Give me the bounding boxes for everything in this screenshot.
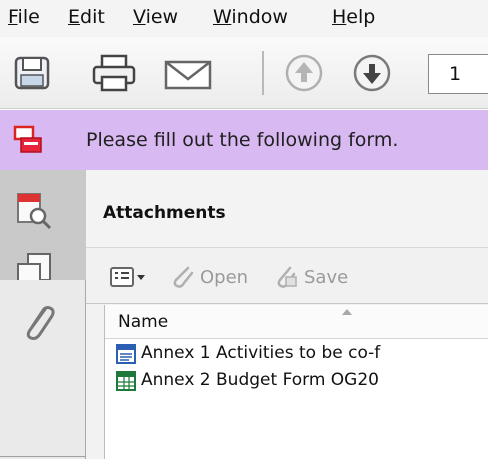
save-icon <box>14 56 50 90</box>
name-column-header[interactable]: Name <box>105 305 488 339</box>
list-item[interactable]: Annex 2 Budget Form OG20 <box>105 367 488 395</box>
options-menu-button[interactable] <box>110 266 150 294</box>
attachments-list: Name Annex 1 Activities to be co-f Annex… <box>104 305 488 459</box>
next-page-icon <box>353 54 391 92</box>
word-document-icon <box>116 344 136 364</box>
next-page-button[interactable] <box>350 53 394 93</box>
navigation-rail <box>0 170 86 459</box>
menu-view[interactable]: View <box>133 6 178 28</box>
menu-file-label: ile <box>17 6 40 28</box>
attachments-toolbar: Open Save <box>86 248 488 304</box>
menu-edit-label: dit <box>80 6 105 28</box>
previous-page-icon <box>285 54 323 92</box>
menu-view-mnemonic: V <box>133 6 146 28</box>
menu-bar: File Edit View Window Help <box>0 0 488 37</box>
save-button[interactable] <box>12 53 56 93</box>
menu-edit[interactable]: Edit <box>68 6 105 28</box>
menu-window[interactable]: Window <box>213 6 288 28</box>
attachments-header: Attachments <box>86 170 488 248</box>
toolbar: 1 <box>0 37 488 109</box>
rail-attachments-button[interactable] <box>18 300 58 348</box>
excel-document-icon <box>116 371 136 391</box>
attachments-panel: Attachments Open Save Name Annex 1 Activ… <box>86 170 488 459</box>
options-menu-icon <box>110 267 145 287</box>
save-attachment-icon <box>277 266 297 288</box>
sort-ascending-icon <box>342 309 352 315</box>
previous-page-button[interactable] <box>282 53 326 93</box>
form-icon <box>13 125 42 153</box>
open-label: Open <box>200 267 249 288</box>
page-number-input[interactable]: 1 <box>428 54 488 94</box>
list-item[interactable]: Annex 1 Activities to be co-f <box>105 340 488 368</box>
menu-edit-mnemonic: E <box>68 6 81 28</box>
save-label: Save <box>304 267 349 288</box>
print-icon <box>92 54 136 92</box>
menu-file[interactable]: File <box>8 6 40 28</box>
rail-divider <box>0 456 86 457</box>
attachment-name: Annex 1 Activities to be co-f <box>141 343 381 363</box>
menu-view-label: iew <box>145 6 179 28</box>
menu-help[interactable]: Help <box>332 6 375 28</box>
attachments-title: Attachments <box>103 203 226 223</box>
menu-window-mnemonic: W <box>213 6 232 28</box>
open-icon <box>173 266 194 288</box>
menu-file-mnemonic: F <box>8 6 18 28</box>
form-notification-bar: Please fill out the following form. <box>0 110 488 170</box>
toolbar-separator <box>262 51 264 95</box>
print-button[interactable] <box>90 53 136 93</box>
form-message: Please fill out the following form. <box>86 129 399 151</box>
attachment-name: Annex 2 Budget Form OG20 <box>141 370 379 390</box>
paperclip-icon <box>26 306 55 340</box>
email-icon <box>164 60 212 90</box>
rail-signatures-button[interactable] <box>14 190 56 236</box>
menu-help-label: elp <box>346 6 376 28</box>
menu-help-mnemonic: H <box>332 6 347 28</box>
name-column-label: Name <box>118 312 169 332</box>
signatures-icon <box>17 193 52 230</box>
email-button[interactable] <box>160 53 220 93</box>
menu-window-label: indow <box>231 6 288 28</box>
